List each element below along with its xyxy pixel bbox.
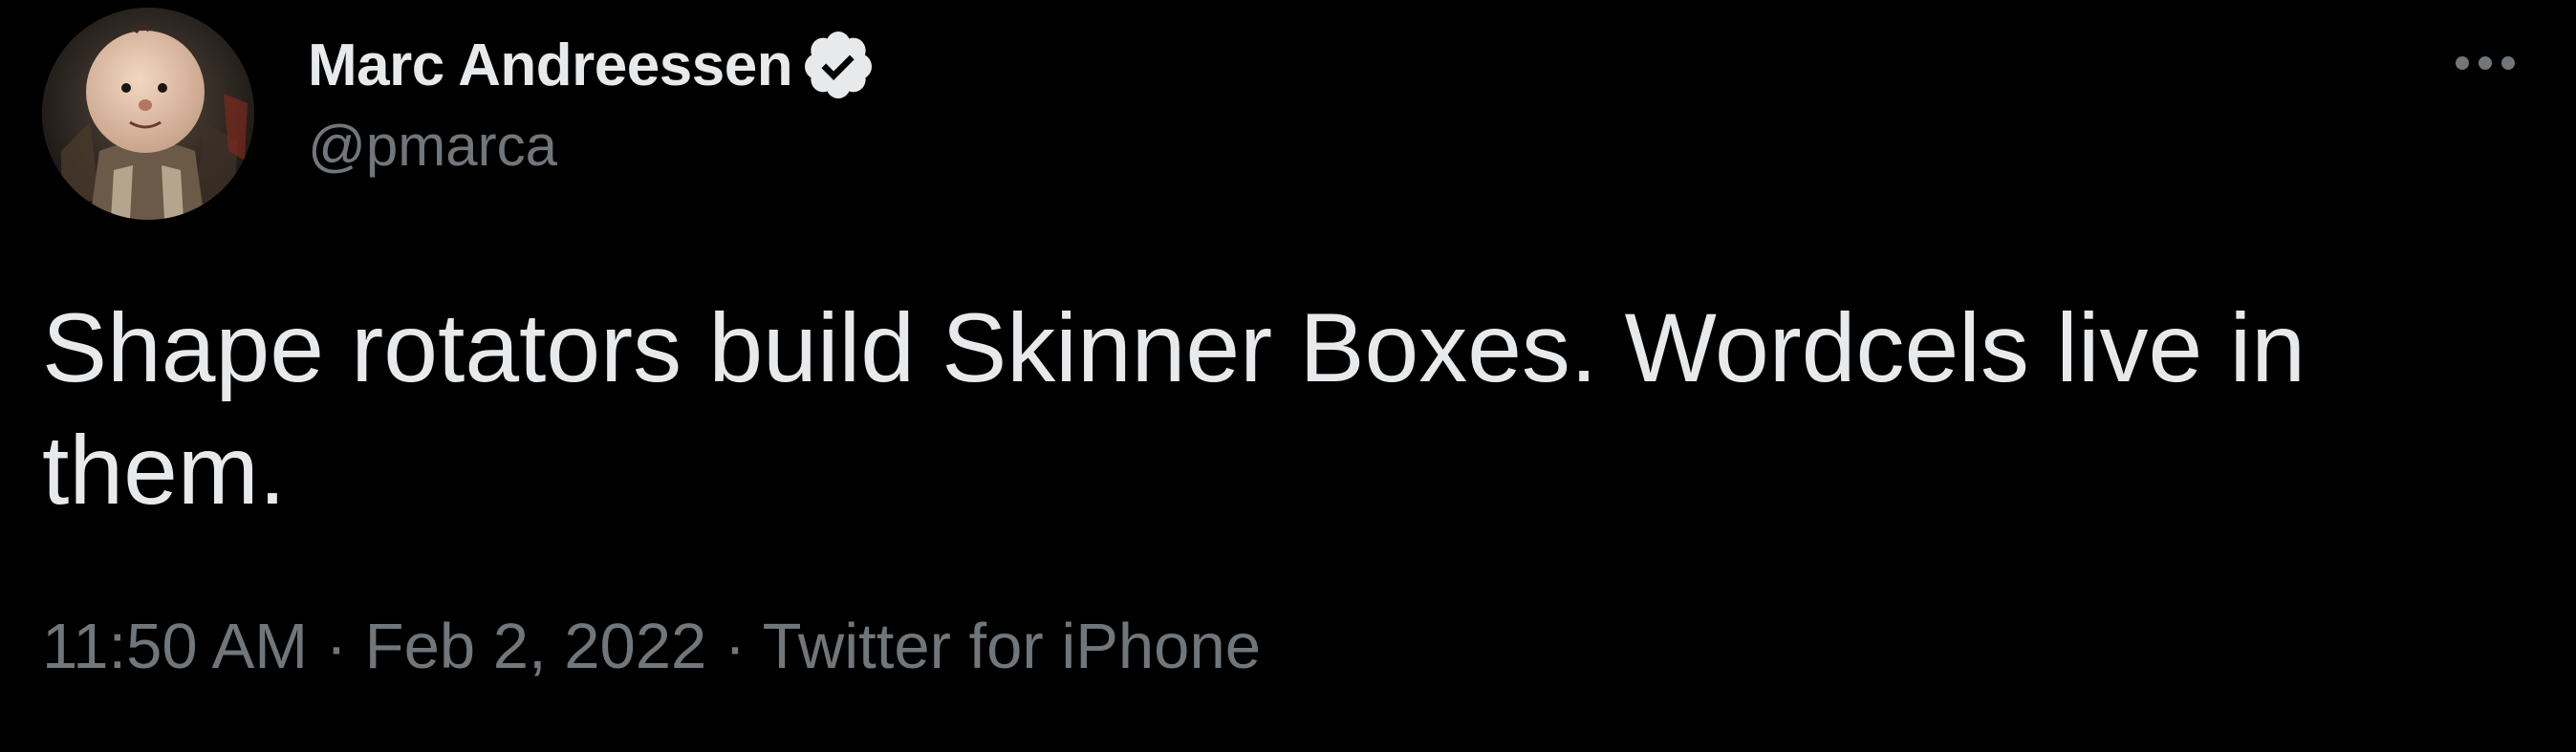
- meta-separator: ·: [325, 611, 348, 682]
- tweet-date[interactable]: Feb 2, 2022: [365, 611, 707, 682]
- author-handle[interactable]: @pmarca: [308, 113, 557, 179]
- tweet-metadata: 11:50 AM · Feb 2, 2022 · Twitter for iPh…: [42, 610, 1261, 683]
- verified-badge-icon: [800, 27, 877, 103]
- tweet-text: Shape rotators build Skinner Boxes. Word…: [42, 293, 2305, 525]
- more-horizontal-icon: [2456, 56, 2515, 70]
- avatar-image: [42, 8, 254, 220]
- more-options-button[interactable]: [2442, 36, 2528, 90]
- author-name-row[interactable]: Marc Andreessen: [308, 27, 877, 103]
- author-display-name[interactable]: Marc Andreessen: [308, 32, 793, 99]
- tweet-time[interactable]: 11:50 AM: [42, 611, 308, 682]
- author-avatar[interactable]: [42, 8, 254, 220]
- tweet-card: Marc Andreessen @pmarca Shape rotators b…: [0, 0, 2576, 752]
- meta-separator: ·: [724, 611, 747, 682]
- tweet-source[interactable]: Twitter for iPhone: [763, 611, 1261, 682]
